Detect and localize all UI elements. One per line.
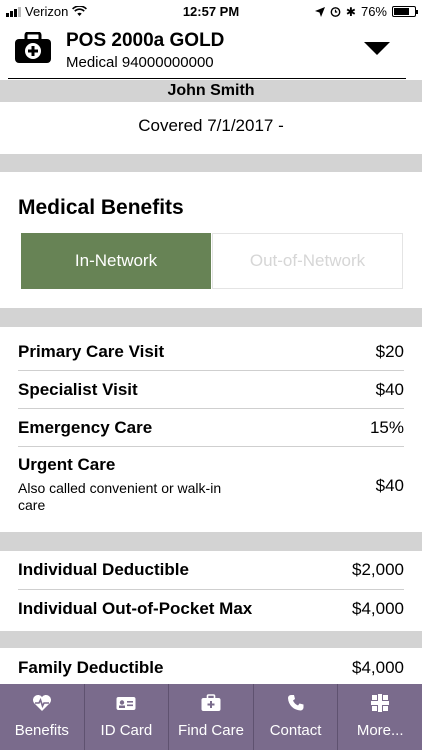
tab-label: More... — [356, 722, 404, 739]
visit-costs-list: Primary Care Visit $20 Specialist Visit … — [0, 327, 422, 532]
benefit-value: $2,000 — [352, 560, 404, 579]
out-of-network-tab[interactable]: Out-of-Network — [212, 233, 403, 289]
benefit-label: Family Deductible — [18, 658, 164, 677]
benefit-label: Primary Care Visit — [18, 342, 165, 361]
medical-benefits-card: Medical Benefits In-Network Out-of-Netwo… — [0, 172, 422, 308]
list-item: Urgent Care Also called convenient or wa… — [18, 447, 404, 527]
tab-label: Benefits — [14, 722, 69, 739]
list-item: Individual Out-of-Pocket Max $4,000 — [18, 590, 404, 628]
chevron-down-icon[interactable] — [364, 42, 390, 55]
phone-icon — [287, 695, 304, 711]
benefit-value: $40 — [375, 380, 404, 399]
heart-pulse-icon — [32, 695, 51, 711]
benefit-label: Emergency Care — [18, 418, 153, 437]
benefit-value: $4,000 — [352, 658, 404, 677]
individual-costs-list: Individual Deductible $2,000 Individual … — [0, 551, 422, 631]
list-item: Specialist Visit $40 — [18, 371, 404, 409]
list-item: Family Deductible $4,000 — [18, 648, 404, 684]
tab-find-care[interactable]: Find Care — [169, 684, 254, 750]
list-item: Primary Care Visit $20 — [18, 333, 404, 371]
medical-bag-icon — [201, 694, 221, 711]
plan-subtitle: Medical 94000000000 — [66, 54, 214, 71]
coverage-dates: Covered 7/1/2017 - — [0, 102, 422, 154]
benefit-label: Individual Out-of-Pocket Max — [18, 599, 253, 618]
list-item: Emergency Care 15% — [18, 409, 404, 447]
section-title: Medical Benefits — [18, 196, 184, 219]
header-divider — [8, 78, 406, 79]
benefit-label: Individual Deductible — [18, 560, 189, 579]
battery-icon — [392, 6, 418, 17]
tab-benefits[interactable]: Benefits — [0, 684, 85, 750]
tab-id-card[interactable]: ID Card — [85, 684, 170, 750]
benefit-note: Also called convenient or walk-in care — [18, 480, 222, 513]
alarm-icon — [330, 7, 341, 17]
plan-name: POS 2000a GOLD — [66, 30, 225, 51]
benefit-label: Specialist Visit — [18, 380, 138, 399]
tab-contact[interactable]: Contact — [254, 684, 339, 750]
benefit-value: 15% — [369, 418, 404, 437]
battery-percent: 76% — [360, 4, 387, 19]
plan-id: 94000000000 — [121, 54, 214, 71]
benefit-value: $40 — [375, 476, 404, 495]
benefit-value: $4,000 — [352, 599, 404, 618]
family-costs-list: Family Deductible $4,000 — [0, 648, 422, 684]
benefit-value: $20 — [375, 342, 404, 361]
tab-label: ID Card — [100, 722, 153, 739]
medical-bag-icon — [15, 32, 51, 63]
plan-type: Medical — [66, 54, 118, 71]
benefit-label: Urgent Care — [18, 455, 116, 474]
tab-more[interactable]: More... — [338, 684, 422, 750]
plan-header[interactable]: POS 2000a GOLD Medical 94000000000 — [0, 22, 422, 80]
member-name: John Smith — [0, 80, 422, 102]
tab-label: Contact — [269, 722, 322, 739]
id-card-icon — [116, 697, 136, 710]
status-bar: Verizon 12:57 PM ✱ 76% — [0, 0, 422, 22]
tab-label: Find Care — [178, 722, 244, 739]
location-icon — [314, 6, 325, 17]
bluetooth-icon: ✱ — [345, 4, 356, 19]
more-grid-icon — [371, 694, 390, 712]
list-item: Individual Deductible $2,000 — [18, 551, 404, 590]
in-network-tab[interactable]: In-Network — [21, 233, 211, 289]
tab-bar: Benefits ID Card Find Care Contact More.… — [0, 684, 422, 750]
